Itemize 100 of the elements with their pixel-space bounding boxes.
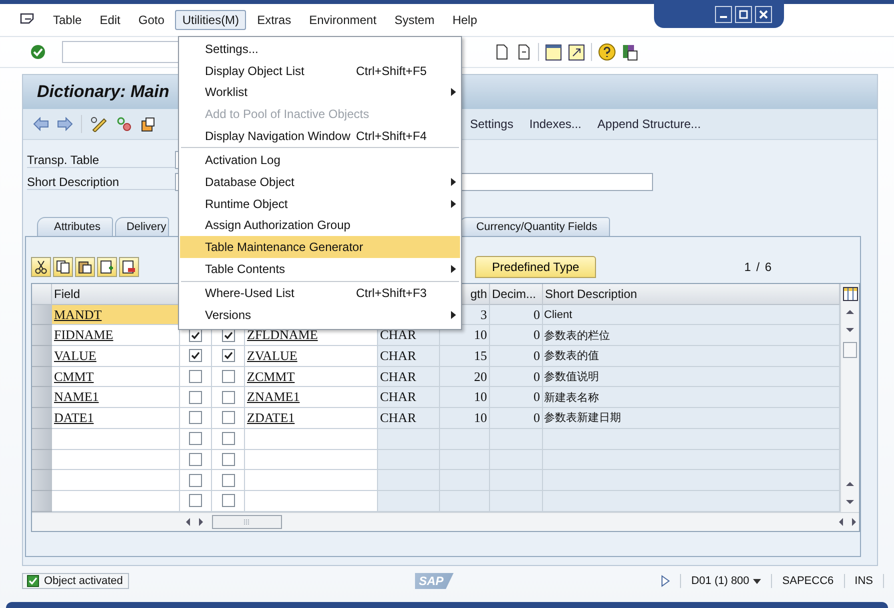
system-info[interactable]: D01 (1) 800 [691, 575, 750, 587]
table-cell[interactable]: MANDT [52, 304, 180, 326]
checkbox[interactable] [189, 370, 202, 384]
back-arrow-icon[interactable] [33, 117, 49, 131]
table-corner [32, 284, 52, 305]
checkbox[interactable] [189, 390, 202, 404]
menu-item[interactable]: Runtime Object [180, 192, 460, 214]
checkbox[interactable] [222, 494, 234, 508]
menu-item[interactable]: Display Object List Ctrl+Shift+F5 [180, 60, 460, 82]
table-cell: 参数表的栏位 [543, 325, 840, 346]
menu-item[interactable]: Goto [131, 10, 172, 30]
menu-item[interactable]: Activation Log [180, 149, 460, 172]
field-label: Transp. Table [27, 152, 175, 168]
checkbox[interactable] [189, 432, 202, 446]
submenu-arrow-icon [450, 264, 456, 273]
activate-icon[interactable] [116, 116, 132, 132]
pencil-icon[interactable] [90, 116, 108, 132]
object-icon[interactable] [140, 116, 156, 132]
server-name: SAPECC6 [782, 575, 834, 587]
menu-item[interactable]: Display Navigation Window Ctrl+Shift+F4 [180, 124, 460, 146]
input-mode[interactable]: INS [854, 575, 873, 587]
table-cell: 参数表新建日期 [543, 408, 840, 429]
toolbar-button[interactable]: Settings [470, 117, 514, 131]
table-cell: ZCMMT [245, 366, 378, 388]
tab[interactable]: Currency/Quantity Fields [459, 217, 610, 236]
toolbar-button[interactable]: Append Structure... [597, 117, 701, 131]
checkbox[interactable] [222, 452, 234, 466]
menu-item[interactable]: System [387, 10, 442, 30]
window-icon[interactable] [568, 44, 585, 60]
scroll-right-icon[interactable] [849, 516, 859, 527]
column-header: Short Description [543, 284, 840, 305]
menu-item[interactable]: Table [46, 10, 89, 30]
checkbox[interactable] [189, 474, 202, 487]
checkbox[interactable] [189, 349, 202, 362]
scroll-right-icon[interactable] [196, 516, 206, 527]
help-icon[interactable] [598, 43, 616, 61]
menu-item[interactable]: Table Contents [180, 258, 460, 280]
check-icon[interactable] [30, 44, 46, 60]
menu-item[interactable]: Help [445, 10, 484, 30]
checkbox[interactable] [222, 411, 234, 424]
close-icon[interactable] [755, 6, 772, 22]
delete-row-icon[interactable] [119, 257, 139, 277]
table-cell[interactable] [52, 470, 180, 491]
column-settings-icon[interactable] [842, 287, 858, 301]
menu-item[interactable]: Database Object [180, 171, 460, 193]
checkbox[interactable] [222, 474, 234, 487]
menu-item[interactable]: Edit [92, 10, 128, 30]
maximize-icon[interactable] [735, 6, 752, 22]
paste-icon[interactable] [75, 257, 95, 277]
table-cell[interactable]: NAME1 [52, 387, 180, 408]
predefined-type-button[interactable]: Predefined Type [475, 256, 596, 278]
table-cell[interactable] [52, 450, 180, 470]
tab[interactable]: Delivery [115, 217, 170, 236]
minimize-icon[interactable] [715, 6, 732, 22]
menu-item[interactable]: Extras [250, 10, 298, 30]
menu-item[interactable]: Environment [302, 10, 384, 30]
page-counter: 1 / 6 [744, 260, 773, 274]
scroll-thumb[interactable] [212, 514, 282, 529]
checkbox[interactable] [189, 494, 202, 508]
table-cell [440, 450, 490, 470]
table-cell [378, 470, 440, 491]
submenu-arrow-icon [450, 200, 456, 208]
cut-icon[interactable] [31, 257, 51, 277]
dropdown-icon[interactable] [753, 578, 762, 584]
tab[interactable]: Attributes [37, 217, 114, 236]
table-cell[interactable]: CMMT [52, 366, 180, 388]
table-cell[interactable] [52, 490, 180, 512]
scroll-thumb[interactable] [843, 342, 857, 358]
table-cell: 0 [490, 304, 543, 326]
checkbox[interactable] [222, 432, 234, 446]
page-icon[interactable] [516, 44, 532, 60]
table-cell[interactable]: DATE1 [52, 408, 180, 429]
checkbox[interactable] [189, 411, 202, 424]
toolbar-button[interactable]: Indexes... [529, 117, 582, 131]
table-cell[interactable]: VALUE [52, 346, 180, 367]
table-cell [440, 428, 490, 450]
table-cell[interactable] [52, 428, 180, 450]
table-cell: CHAR [378, 366, 440, 388]
checkbox[interactable] [222, 390, 234, 404]
copy-icon[interactable] [53, 257, 73, 277]
play-icon[interactable] [661, 575, 670, 587]
insert-row-icon[interactable] [97, 257, 117, 277]
menu-item[interactable]: Assign Authorization Group [180, 214, 460, 236]
table-cell [490, 428, 543, 450]
menu-item[interactable]: Settings... [180, 38, 460, 60]
table-cell: 0 [490, 408, 543, 429]
menu-item[interactable]: Table Maintenance Generator [180, 236, 460, 258]
checkbox[interactable] [189, 452, 202, 466]
table-cell: 10 [440, 408, 490, 429]
layout-icon[interactable] [622, 44, 638, 60]
forward-arrow-icon[interactable] [57, 117, 73, 131]
menu-item[interactable]: Utilities(M) [175, 10, 246, 30]
column-header: Decim... [490, 284, 543, 305]
table-cell [490, 470, 543, 491]
window-icon[interactable] [545, 44, 562, 60]
menu-item[interactable]: Worklist [180, 81, 460, 104]
page-icon[interactable] [494, 44, 510, 60]
checkbox[interactable] [222, 370, 234, 384]
checkbox[interactable] [222, 349, 234, 362]
table-cell: 0 [490, 346, 543, 367]
